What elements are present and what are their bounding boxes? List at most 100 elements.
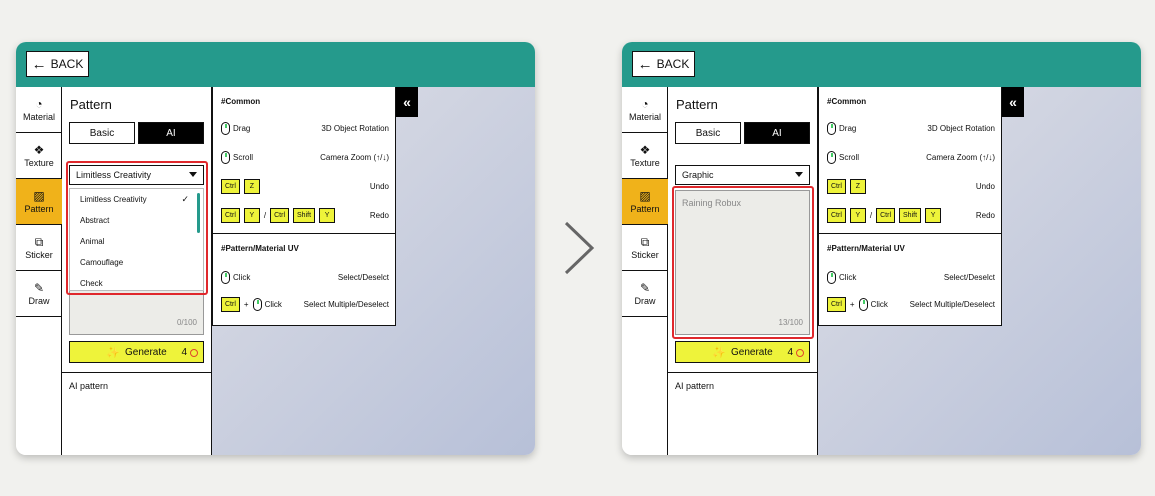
uv-title: #Pattern/Material UV bbox=[221, 244, 299, 253]
mouse-icon bbox=[858, 297, 868, 311]
sidebar-item-label: Sticker bbox=[25, 249, 53, 260]
sidebar-item-material[interactable]: ◔ Material bbox=[16, 87, 62, 133]
shortcut-action: Click bbox=[839, 272, 857, 282]
generate-button[interactable]: ✨ Generate 4 bbox=[69, 341, 204, 363]
key-ctrl: Ctrl bbox=[221, 207, 240, 223]
collapse-double-chevron-icon[interactable]: « bbox=[1002, 87, 1024, 117]
uv-title: #Pattern/Material UV bbox=[827, 244, 905, 253]
shortcut-row: Ctrl Y / Ctrl Shift Y Redo bbox=[827, 206, 995, 224]
key-y: Y bbox=[849, 207, 866, 223]
material-icon: ◔ bbox=[35, 96, 43, 111]
key-z: Z bbox=[243, 178, 260, 194]
tab-ai[interactable]: AI bbox=[744, 122, 810, 144]
sticker-icon: ⧉ bbox=[34, 234, 44, 249]
chevron-right-icon bbox=[564, 221, 595, 275]
tool-sidebar: ◔ Material ❖ Texture ▨ Pattern ⧉ Sticker… bbox=[16, 87, 62, 455]
ai-pattern-section: AI pattern bbox=[62, 372, 212, 399]
sidebar-item-label: Sticker bbox=[631, 249, 659, 260]
shortcut-action: Click bbox=[264, 299, 282, 309]
shortcut-row: Click Select/Deselct bbox=[827, 268, 995, 286]
tab-basic[interactable]: Basic bbox=[675, 122, 741, 144]
separator: / bbox=[869, 210, 873, 220]
shortcut-action: Click bbox=[870, 299, 888, 309]
shortcut-action: Drag bbox=[233, 123, 251, 133]
shortcut-row: Drag 3D Object Rotation bbox=[221, 119, 389, 137]
back-button[interactable]: ← BACK bbox=[26, 51, 89, 77]
coin-icon bbox=[190, 348, 198, 357]
arrow-left-icon: ← bbox=[637, 55, 653, 73]
shortcut-desc: 3D Object Rotation bbox=[321, 123, 389, 133]
key-ctrl: Ctrl bbox=[827, 296, 846, 312]
shortcut-desc: Camera Zoom (↑/↓) bbox=[320, 152, 389, 162]
properties-panel: Pattern Basic AI Limitless Creativity 0/… bbox=[62, 87, 212, 455]
shortcut-action: Scroll bbox=[233, 152, 254, 162]
shortcut-row: Scroll Camera Zoom (↑/↓) bbox=[827, 148, 995, 166]
pen-icon: ✎ bbox=[639, 280, 651, 295]
sidebar-item-draw[interactable]: ✎ Draw bbox=[622, 271, 668, 317]
generate-cost: 4 bbox=[787, 347, 804, 358]
pattern-icon: ▨ bbox=[639, 188, 651, 203]
ai-pattern-label: AI pattern bbox=[675, 381, 715, 391]
sidebar-item-label: Material bbox=[22, 111, 55, 122]
key-y: Y bbox=[319, 207, 336, 223]
cost-value: 4 bbox=[787, 347, 793, 358]
sidebar-item-pattern[interactable]: ▨ Pattern bbox=[622, 179, 668, 225]
shortcut-row: Ctrl + Click Select Multiple/Deselect bbox=[827, 295, 995, 313]
sidebar-item-material[interactable]: ◔ Material bbox=[622, 87, 668, 133]
shortcut-action: Drag bbox=[839, 123, 857, 133]
properties-panel: Pattern Basic AI Graphic Raining Robux 1… bbox=[668, 87, 818, 455]
sidebar-item-texture[interactable]: ❖ Texture bbox=[622, 133, 668, 179]
shortcut-action: Click bbox=[233, 272, 251, 282]
highlight-box bbox=[672, 186, 814, 339]
sparkle-icon: ✨ bbox=[106, 346, 120, 359]
sidebar-item-label: Pattern bbox=[24, 203, 54, 214]
pen-icon: ✎ bbox=[33, 280, 45, 295]
shortcut-action: Scroll bbox=[839, 152, 860, 162]
mouse-icon bbox=[827, 150, 836, 164]
back-label: BACK bbox=[656, 57, 690, 71]
shortcut-desc: Select Multiple/Deselect bbox=[303, 299, 389, 309]
generate-label: Generate bbox=[731, 346, 773, 358]
divider bbox=[819, 233, 1002, 234]
sidebar-item-label: Texture bbox=[24, 157, 54, 168]
collapse-double-chevron-icon[interactable]: « bbox=[396, 87, 418, 117]
key-ctrl: Ctrl bbox=[876, 207, 896, 223]
shortcut-desc: Redo bbox=[975, 210, 995, 220]
shortcut-desc: 3D Object Rotation bbox=[927, 123, 995, 133]
sidebar-item-sticker[interactable]: ⧉ Sticker bbox=[622, 225, 668, 271]
key-ctrl: Ctrl bbox=[221, 296, 240, 312]
shortcut-desc: Undo bbox=[975, 181, 995, 191]
tab-basic[interactable]: Basic bbox=[69, 122, 135, 144]
sparkle-icon: ✨ bbox=[712, 346, 726, 359]
tab-ai[interactable]: AI bbox=[138, 122, 204, 144]
sidebar-item-pattern[interactable]: ▨ Pattern bbox=[16, 179, 62, 225]
shortcut-desc: Select Multiple/Deselect bbox=[909, 299, 995, 309]
sidebar-item-texture[interactable]: ❖ Texture bbox=[16, 133, 62, 179]
shortcut-row: Ctrl Z Undo bbox=[221, 177, 389, 195]
top-bar: ← BACK bbox=[16, 42, 535, 87]
key-ctrl: Ctrl bbox=[827, 178, 846, 194]
char-count: 0/100 bbox=[176, 318, 197, 327]
shortcut-desc: Camera Zoom (↑/↓) bbox=[926, 152, 995, 162]
shortcut-row: Ctrl + Click Select Multiple/Deselect bbox=[221, 295, 389, 313]
key-ctrl: Ctrl bbox=[270, 207, 290, 223]
mouse-icon bbox=[221, 121, 230, 135]
generate-button[interactable]: ✨ Generate 4 bbox=[675, 341, 810, 363]
back-button[interactable]: ← BACK bbox=[632, 51, 695, 77]
key-y: Y bbox=[243, 207, 260, 223]
shortcut-help-panel: #Common Drag 3D Object Rotation Scroll C… bbox=[212, 87, 396, 326]
shortcut-row: Ctrl Z Undo bbox=[827, 177, 995, 195]
sidebar-item-sticker[interactable]: ⧉ Sticker bbox=[16, 225, 62, 271]
style-select[interactable]: Graphic bbox=[675, 165, 810, 185]
plus-sign: + bbox=[849, 299, 855, 309]
sidebar-item-draw[interactable]: ✎ Draw bbox=[16, 271, 62, 317]
shortcut-desc: Undo bbox=[369, 181, 389, 191]
mouse-icon bbox=[221, 270, 230, 284]
generate-cost: 4 bbox=[181, 347, 198, 358]
shortcut-row: Click Select/Deselct bbox=[221, 268, 389, 286]
key-shift: Shift bbox=[293, 207, 316, 223]
pattern-icon: ▨ bbox=[33, 188, 45, 203]
top-bar: ← BACK bbox=[622, 42, 1141, 87]
mouse-icon bbox=[252, 297, 262, 311]
key-ctrl: Ctrl bbox=[827, 207, 846, 223]
